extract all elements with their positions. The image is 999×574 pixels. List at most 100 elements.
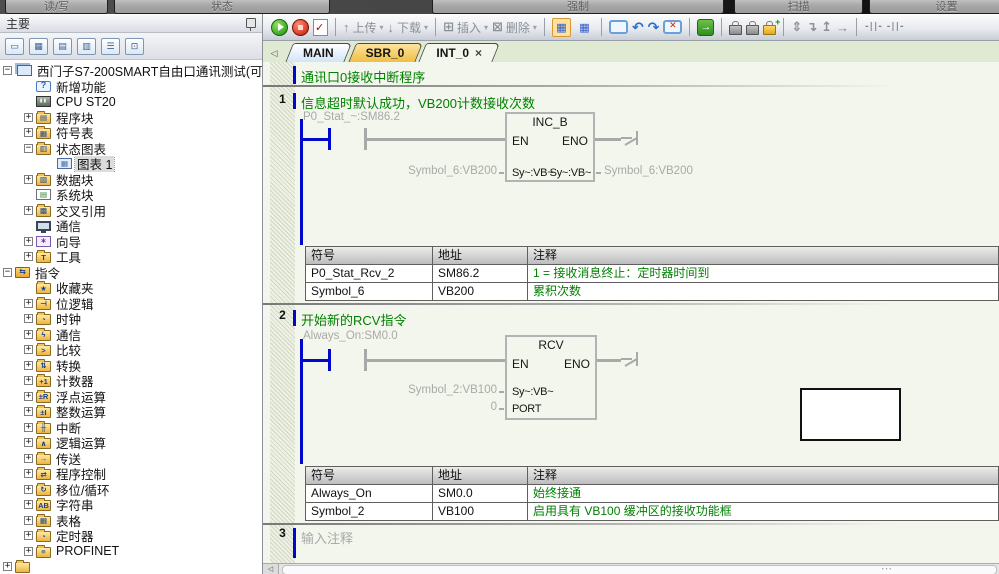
network-view-alt-button[interactable]: ▦ xyxy=(575,18,594,37)
tab-main[interactable]: MAIN xyxy=(289,43,348,63)
settings-button[interactable]: 设置 xyxy=(869,0,999,14)
compile-check-button[interactable] xyxy=(313,19,328,36)
tree-item-16[interactable]: +◔时钟 xyxy=(0,311,262,327)
collapse-icon[interactable]: − xyxy=(3,268,12,277)
download-button[interactable]: ↓ 下载 ▾ xyxy=(388,19,429,36)
expand-icon[interactable]: + xyxy=(24,330,33,339)
expand-icon[interactable]: + xyxy=(24,485,33,494)
collapse-icon[interactable]: − xyxy=(3,66,12,75)
expand-icon[interactable]: + xyxy=(24,469,33,478)
tree-item-7[interactable]: +▧数据块 xyxy=(0,172,262,188)
tree-item-8[interactable]: ▤系统块 xyxy=(0,187,262,203)
go-button[interactable]: → xyxy=(697,19,714,36)
tree-item-10[interactable]: 通信 xyxy=(0,218,262,234)
tab-sbr0[interactable]: SBR_0 xyxy=(352,43,419,63)
network-2-comment[interactable]: 开始新的RCV指令 xyxy=(301,310,406,329)
program-block-icon[interactable]: ▭ xyxy=(5,38,24,55)
address-cell[interactable]: SM0.0 xyxy=(433,485,528,503)
branch-up-button[interactable]: ↥ xyxy=(821,19,832,35)
contact-tool-button[interactable]: -||- xyxy=(864,23,882,32)
tree-item-31[interactable]: +≡PROFINET xyxy=(0,544,262,560)
tree-item-2[interactable]: ▮▮CPU ST20 xyxy=(0,94,262,110)
expand-icon[interactable]: + xyxy=(24,361,33,370)
upload-button[interactable]: ↑ 上传 ▾ xyxy=(343,19,384,36)
stop-button[interactable] xyxy=(292,19,309,36)
expand-icon[interactable]: + xyxy=(24,237,33,246)
tab-scroll-left-icon[interactable]: ◁ xyxy=(267,45,281,61)
tree-item-15[interactable]: +⊣位逻辑 xyxy=(0,296,262,312)
tree-item-13[interactable]: −⇆指令 xyxy=(0,265,262,281)
undo-button[interactable]: ↶ xyxy=(632,19,644,36)
scroll-left-icon[interactable]: ◁ xyxy=(263,564,279,574)
run-button[interactable] xyxy=(271,19,288,36)
expand-icon[interactable]: + xyxy=(24,531,33,540)
expand-icon[interactable]: + xyxy=(24,547,33,556)
tree-item-27[interactable]: +↻移位/循环 xyxy=(0,482,262,498)
network-view-button[interactable]: ▦ xyxy=(552,18,571,37)
tree-item-12[interactable]: +T工具 xyxy=(0,249,262,265)
horizontal-scrollbar[interactable]: ◁ ⋯ xyxy=(263,563,999,574)
download-dropdown-icon[interactable]: ▾ xyxy=(424,23,428,32)
tree-item-22[interactable]: +±I整数运算 xyxy=(0,404,262,420)
tree-item-11[interactable]: +∗向导 xyxy=(0,234,262,250)
expand-icon[interactable]: + xyxy=(24,407,33,416)
expand-icon[interactable]: + xyxy=(24,392,33,401)
branch-down-button[interactable]: ↴ xyxy=(806,19,817,35)
ladder-editor[interactable]: 通讯口0接收中断程序 1 信息超时默认成功，VB200计数接收次数 P0_Sta… xyxy=(263,62,999,564)
force-button[interactable]: 强制 xyxy=(432,0,724,14)
tree-item-20[interactable]: ++1计数器 xyxy=(0,373,262,389)
tree-item-29[interactable]: +▦表格 xyxy=(0,513,262,529)
scan-button[interactable]: 扫描 xyxy=(734,0,863,14)
network-1-comment[interactable]: 信息超时默认成功，VB200计数接收次数 xyxy=(301,93,535,112)
symbol-cell[interactable]: Always_On xyxy=(306,485,433,503)
tree-item-21[interactable]: +±R浮点运算 xyxy=(0,389,262,405)
unlock-icon[interactable] xyxy=(746,25,759,35)
collapse-icon[interactable]: − xyxy=(24,144,33,153)
tree-item-32[interactable]: + xyxy=(0,559,262,574)
communication-icon[interactable]: ⊡ xyxy=(125,38,144,55)
expand-icon[interactable]: + xyxy=(24,376,33,385)
lock-icon[interactable] xyxy=(729,25,742,35)
upload-dropdown-icon[interactable]: ▾ xyxy=(380,23,384,32)
insert-button[interactable]: ⊞ 插入 ▾ xyxy=(443,19,488,36)
expand-icon[interactable]: + xyxy=(24,299,33,308)
expand-icon[interactable]: + xyxy=(24,500,33,509)
tab-close-icon[interactable]: × xyxy=(475,48,482,58)
branch-updown-button[interactable]: ⇕ xyxy=(791,19,802,35)
expand-icon[interactable]: + xyxy=(24,113,33,122)
expand-icon[interactable]: + xyxy=(24,128,33,137)
tree-item-18[interactable]: +>比较 xyxy=(0,342,262,358)
insert-dropdown-icon[interactable]: ▾ xyxy=(484,23,488,32)
tree-item-26[interactable]: +⇄程序控制 xyxy=(0,466,262,482)
comment-cell[interactable]: 1 = 接收消息终止：定时器时间到 xyxy=(528,265,999,283)
tree-item-23[interactable]: +╫中断 xyxy=(0,420,262,436)
tree-item-24[interactable]: +∧逻辑运算 xyxy=(0,435,262,451)
tree-item-25[interactable]: +→传送 xyxy=(0,451,262,467)
data-block-icon[interactable]: ▥ xyxy=(77,38,96,55)
network-2-port-operand[interactable]: 0 xyxy=(383,401,497,413)
symbol-cell[interactable]: P0_Stat_Rcv_2 xyxy=(306,265,433,283)
expand-icon[interactable]: + xyxy=(24,438,33,447)
network-1-out-operand[interactable]: Symbol_6:VB200 xyxy=(604,165,693,177)
delete-button[interactable]: ⊠ 删除 ▾ xyxy=(492,19,537,36)
network-2-contact-label[interactable]: Always_On:SM0.0 xyxy=(303,330,398,342)
tree-item-19[interactable]: +⇅转换 xyxy=(0,358,262,374)
tree-item-4[interactable]: +▦符号表 xyxy=(0,125,262,141)
comment-cell[interactable]: 启用具有 VB100 缓冲区的接收功能框 xyxy=(528,503,999,521)
read-write-button[interactable]: 读/写 xyxy=(5,0,108,14)
tree-item-28[interactable]: +AB字符串 xyxy=(0,497,262,513)
network-1-in-operand[interactable]: Symbol_6:VB200 xyxy=(383,165,497,177)
pou-comment[interactable]: 通讯口0接收中断程序 xyxy=(301,67,425,86)
expand-icon[interactable]: + xyxy=(24,175,33,184)
instruction-block-inc-b[interactable]: INC_B EN ENO Sy~:VB~ Sy~:VB~ xyxy=(505,112,595,182)
tree-item-30[interactable]: +◔定时器 xyxy=(0,528,262,544)
delete-box-button[interactable]: ✕ xyxy=(663,20,682,34)
tree-item-5[interactable]: −▥状态图表 xyxy=(0,141,262,157)
contact-bar-left[interactable] xyxy=(328,128,331,150)
symbol-cell[interactable]: Symbol_6 xyxy=(306,283,433,301)
tree-item-1[interactable]: ?新增功能 xyxy=(0,79,262,95)
expand-icon[interactable]: + xyxy=(24,314,33,323)
cross-reference-icon[interactable]: ☰ xyxy=(101,38,120,55)
tree-item-14[interactable]: ★收藏夹 xyxy=(0,280,262,296)
contact-tool-2-button[interactable]: -||- xyxy=(886,23,904,32)
